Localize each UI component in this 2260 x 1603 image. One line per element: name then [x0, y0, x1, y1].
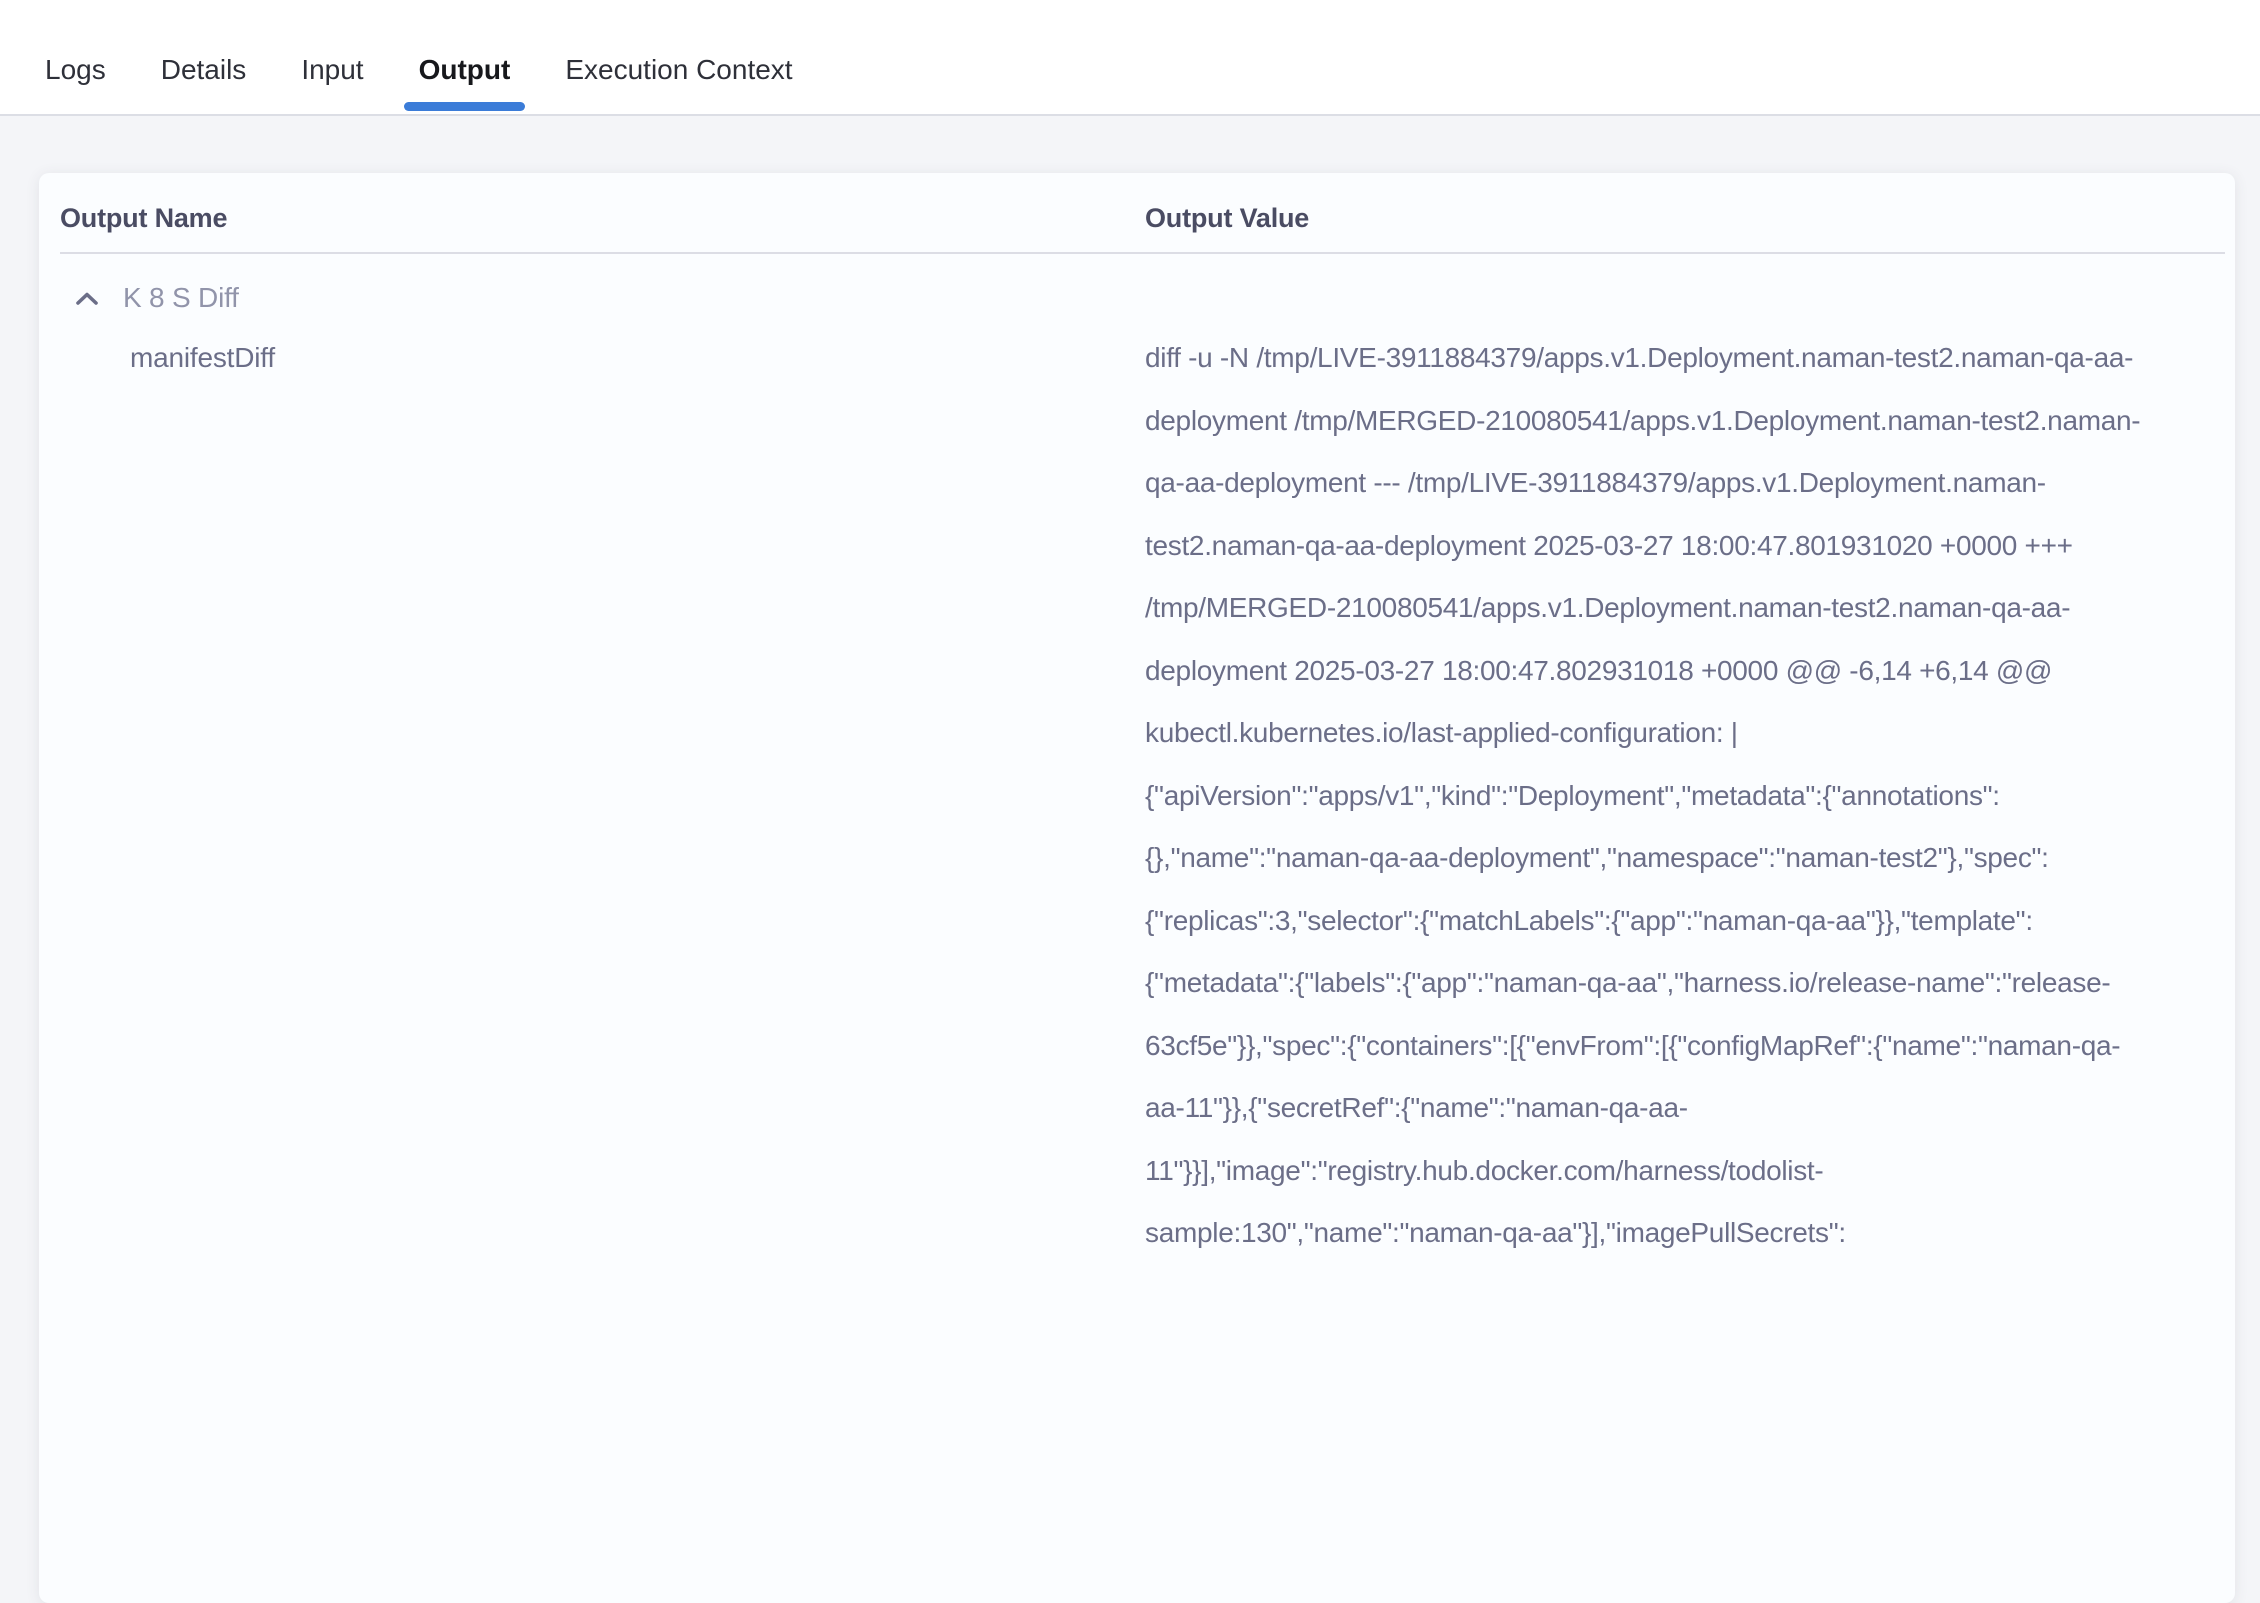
column-header-output-value: Output Value	[1145, 203, 2235, 234]
tab-details[interactable]: Details	[161, 54, 247, 86]
table-row: manifestDiff diff -u -N /tmp/LIVE-391188…	[39, 327, 2235, 1265]
tab-logs[interactable]: Logs	[45, 54, 106, 86]
tab-output[interactable]: Output	[419, 54, 511, 86]
step-details-tab-bar: Logs Details Input Output Execution Cont…	[0, 0, 2260, 116]
output-table-panel: Output Name Output Value K 8 S Diff mani…	[39, 173, 2235, 1603]
output-name-cell: manifestDiff	[39, 327, 1145, 1265]
tab-execution-context[interactable]: Execution Context	[565, 54, 792, 86]
output-group-row-k8s-diff[interactable]: K 8 S Diff	[39, 254, 239, 314]
output-value-cell: diff -u -N /tmp/LIVE-3911884379/apps.v1.…	[1145, 327, 2145, 1265]
tab-input[interactable]: Input	[301, 54, 363, 86]
column-header-output-name: Output Name	[39, 203, 1145, 234]
chevron-up-icon[interactable]	[75, 291, 99, 306]
header-divider	[60, 252, 2225, 254]
output-group-label: K 8 S Diff	[123, 282, 239, 314]
output-table-header-row: Output Name Output Value	[39, 173, 2235, 234]
